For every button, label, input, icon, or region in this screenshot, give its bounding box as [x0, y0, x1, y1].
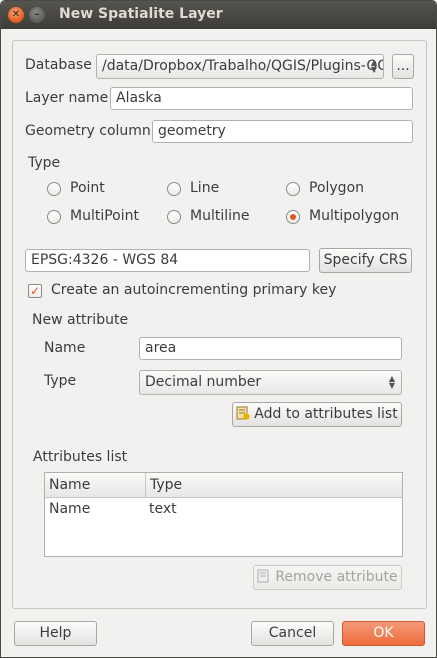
- database-label: Database: [25, 57, 92, 73]
- attributes-table[interactable]: Name Type Name text: [44, 472, 403, 557]
- radio-line[interactable]: [167, 182, 181, 196]
- database-browse-button[interactable]: ...: [392, 54, 414, 79]
- primary-key-label: Create an autoincrementing primary key: [51, 282, 337, 298]
- attribute-type-label: Type: [44, 373, 77, 389]
- geometry-column-input[interactable]: geometry: [152, 120, 413, 143]
- dialog-window: ✕ – New Spatialite Layer Database /data/…: [0, 0, 437, 658]
- radio-multiline-label: Multiline: [190, 208, 250, 224]
- radio-multipolygon[interactable]: [286, 210, 300, 224]
- radio-polygon[interactable]: [286, 182, 300, 196]
- add-to-attributes-label: Add to attributes list: [254, 406, 398, 422]
- primary-key-checkbox[interactable]: ✓: [28, 284, 42, 298]
- ok-button[interactable]: OK: [342, 621, 425, 646]
- specify-crs-button[interactable]: Specify CRS: [319, 248, 412, 273]
- table-header: Name Type: [45, 473, 402, 498]
- column-header-name[interactable]: Name: [45, 473, 145, 497]
- window-title: New Spatialite Layer: [59, 6, 223, 22]
- type-group-label: Type: [28, 155, 61, 171]
- radio-multipoint[interactable]: [47, 210, 61, 224]
- minimize-icon[interactable]: –: [29, 7, 45, 23]
- radio-point-label: Point: [70, 180, 105, 196]
- geometry-column-label: Geometry column: [25, 123, 151, 139]
- radio-polygon-label: Polygon: [309, 180, 365, 196]
- add-to-attributes-button[interactable]: Add to attributes list: [232, 402, 402, 427]
- chevron-updown-icon: ▲ ▼: [388, 374, 395, 390]
- table-cell-name[interactable]: Name: [45, 499, 90, 519]
- database-select[interactable]: /data/Dropbox/Trabalho/QGIS/Plugins-QGIS…: [96, 54, 384, 79]
- column-header-type[interactable]: Type: [145, 473, 402, 497]
- radio-multiline[interactable]: [167, 210, 181, 224]
- remove-attribute-label: Remove attribute: [275, 569, 398, 585]
- crs-field[interactable]: EPSG:4326 - WGS 84: [25, 249, 310, 272]
- close-icon[interactable]: ✕: [8, 7, 24, 23]
- title-bar: ✕ – New Spatialite Layer: [1, 1, 436, 29]
- attribute-name-label: Name: [44, 340, 86, 356]
- cancel-button[interactable]: Cancel: [251, 621, 334, 646]
- help-button[interactable]: Help: [14, 621, 97, 646]
- attribute-type-select[interactable]: Decimal number ▲ ▼: [139, 370, 402, 395]
- layer-name-input[interactable]: Alaska: [110, 87, 413, 110]
- add-attribute-icon: [236, 406, 250, 420]
- layer-name-label: Layer name: [25, 90, 109, 106]
- remove-attribute-icon: [257, 569, 269, 583]
- attribute-name-input[interactable]: area: [139, 337, 402, 360]
- attribute-type-value: Decimal number: [145, 374, 262, 390]
- attributes-list-label: Attributes list: [33, 449, 128, 465]
- radio-multipoint-label: MultiPoint: [70, 208, 139, 224]
- table-cell-type[interactable]: text: [145, 499, 177, 519]
- new-attribute-label: New attribute: [32, 312, 129, 328]
- radio-line-label: Line: [190, 180, 220, 196]
- radio-multipolygon-label: Multipolygon: [309, 208, 400, 224]
- radio-point[interactable]: [47, 182, 61, 196]
- remove-attribute-button[interactable]: Remove attribute: [253, 565, 402, 590]
- database-value: /data/Dropbox/Trabalho/QGIS/Plugins-QGIS…: [102, 58, 383, 74]
- chevron-updown-icon: ▲ ▼: [370, 58, 377, 74]
